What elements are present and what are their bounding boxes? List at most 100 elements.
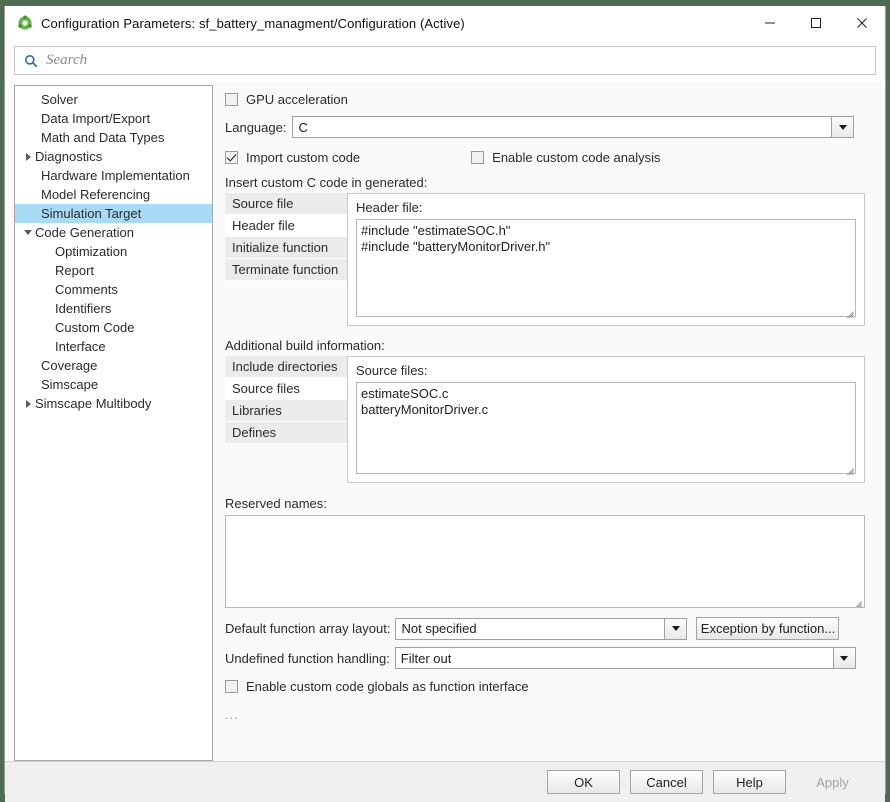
default-function-array-layout-chevron-down-icon[interactable]	[664, 619, 686, 639]
reserved-names-textarea[interactable]	[225, 515, 865, 608]
tree-item-diagnostics[interactable]: Diagnostics	[15, 147, 212, 166]
header-file-label: Header file:	[356, 200, 856, 215]
default-function-array-layout-combo[interactable]: Not specified	[395, 618, 687, 640]
tree-item-interface[interactable]: Interface	[15, 337, 212, 356]
tree-item-label: Data Import/Export	[35, 109, 150, 128]
build-tab-libraries[interactable]: Libraries	[225, 400, 347, 422]
chevron-down-icon[interactable]	[24, 230, 32, 235]
tree-item-coverage[interactable]: Coverage	[15, 356, 212, 375]
undefined-function-handling-label: Undefined function handling:	[225, 651, 390, 666]
insert-tab-source-file[interactable]: Source file	[225, 193, 347, 215]
insert-custom-code-tabgroup: Source fileHeader fileInitialize functio…	[225, 193, 865, 326]
tree-item-simscape-multibody[interactable]: Simscape Multibody	[15, 394, 212, 413]
tree-item-simscape[interactable]: Simscape	[15, 375, 212, 394]
settings-pane: GPU acceleration Language: C Import cust…	[213, 82, 885, 761]
configuration-parameters-window: Configuration Parameters: sf_battery_man…	[4, 6, 886, 794]
tree-item-math-and-data-types[interactable]: Math and Data Types	[15, 128, 212, 147]
insert-tab-header-file[interactable]: Header file	[225, 215, 347, 237]
tree-item-label: Hardware Implementation	[35, 166, 190, 185]
search-box[interactable]	[14, 46, 876, 75]
tree-item-label: Custom Code	[35, 318, 134, 337]
gpu-acceleration-label: GPU acceleration	[246, 92, 348, 107]
tree-item-label: Simscape Multibody	[35, 394, 151, 413]
tree-item-solver[interactable]: Solver	[15, 90, 212, 109]
tree-twisty	[21, 400, 35, 408]
enable-custom-code-analysis-checkbox[interactable]	[471, 151, 484, 164]
build-tab-source-files[interactable]: Source files	[225, 378, 347, 400]
tree-item-data-import-export[interactable]: Data Import/Export	[15, 109, 212, 128]
search-input[interactable]	[40, 51, 875, 70]
tree-item-label: Identifiers	[35, 299, 111, 318]
insert-custom-code-tablist[interactable]: Source fileHeader fileInitialize functio…	[225, 193, 347, 326]
header-file-textarea[interactable]: #include "estimateSOC.h" #include "batte…	[356, 219, 856, 317]
language-chevron-down-icon[interactable]	[831, 117, 853, 137]
tree-twisty	[21, 153, 35, 161]
custom-code-checkbox-row: Import custom code Enable custom code an…	[225, 146, 885, 168]
ok-button[interactable]: OK	[547, 770, 620, 794]
maximize-button[interactable]	[793, 6, 839, 40]
tree-item-label: Solver	[35, 90, 78, 109]
insert-custom-code-panel: Header file: #include "estimateSOC.h" #i…	[347, 193, 865, 326]
chevron-right-icon[interactable]	[26, 400, 31, 408]
default-function-array-layout-label: Default function array layout:	[225, 621, 390, 636]
chevron-right-icon[interactable]	[26, 153, 31, 161]
undefined-function-handling-row: Undefined function handling: Filter out	[225, 647, 885, 669]
more-options-ellipsis[interactable]: ...	[225, 707, 885, 722]
tree-item-label: Optimization	[35, 242, 127, 261]
tree-item-comments[interactable]: Comments	[15, 280, 212, 299]
tree-item-custom-code[interactable]: Custom Code	[15, 318, 212, 337]
tree-item-label: Simulation Target	[35, 204, 141, 223]
import-custom-code-checkbox[interactable]	[225, 151, 238, 164]
source-files-textarea[interactable]: estimateSOC.c batteryMonitorDriver.c	[356, 382, 856, 474]
enable-custom-code-globals-checkbox[interactable]	[225, 680, 238, 693]
tree-item-label: Coverage	[35, 356, 97, 375]
tree-item-label: Simscape	[35, 375, 98, 394]
minimize-button[interactable]	[747, 6, 793, 40]
tree-item-code-generation[interactable]: Code Generation	[15, 223, 212, 242]
tree-item-label: Interface	[35, 337, 106, 356]
tree-item-hardware-implementation[interactable]: Hardware Implementation	[15, 166, 212, 185]
window-title: Configuration Parameters: sf_battery_man…	[41, 16, 465, 31]
enable-custom-code-analysis-label: Enable custom code analysis	[492, 150, 660, 165]
tree-item-label: Math and Data Types	[35, 128, 164, 147]
additional-build-info-tablist[interactable]: Include directoriesSource filesLibraries…	[225, 356, 347, 483]
resize-grip-icon	[852, 594, 862, 604]
undefined-function-handling-combo[interactable]: Filter out	[395, 647, 856, 669]
gpu-acceleration-row[interactable]: GPU acceleration	[225, 88, 885, 110]
insert-tab-initialize-function[interactable]: Initialize function	[225, 237, 347, 259]
additional-build-info-label: Additional build information:	[225, 338, 885, 353]
enable-custom-code-globals-row[interactable]: Enable custom code globals as function i…	[225, 675, 885, 697]
tree-item-label: Diagnostics	[35, 147, 102, 166]
undefined-function-handling-value: Filter out	[396, 651, 833, 666]
close-button[interactable]	[839, 6, 885, 40]
tree-item-simulation-target[interactable]: Simulation Target	[15, 204, 212, 223]
tree-item-label: Code Generation	[35, 223, 134, 242]
help-button[interactable]: Help	[713, 770, 786, 794]
search-icon	[22, 52, 40, 70]
import-custom-code-row[interactable]: Import custom code	[225, 146, 360, 168]
undefined-function-handling-chevron-down-icon[interactable]	[833, 648, 855, 668]
simulink-icon	[17, 15, 33, 31]
insert-tab-terminate-function[interactable]: Terminate function	[225, 259, 347, 281]
tree-item-optimization[interactable]: Optimization	[15, 242, 212, 261]
language-row: Language: C	[225, 116, 885, 138]
tree-item-label: Comments	[35, 280, 118, 299]
tree-item-label: Model Referencing	[35, 185, 150, 204]
tree-item-label: Report	[35, 261, 94, 280]
build-tab-defines[interactable]: Defines	[225, 422, 347, 444]
settings-tree[interactable]: SolverData Import/ExportMath and Data Ty…	[14, 85, 213, 761]
tree-item-report[interactable]: Report	[15, 261, 212, 280]
tree-item-identifiers[interactable]: Identifiers	[15, 299, 212, 318]
exception-by-function-button[interactable]: Exception by function...	[696, 617, 839, 640]
gpu-acceleration-checkbox[interactable]	[225, 93, 238, 106]
tree-item-model-referencing[interactable]: Model Referencing	[15, 185, 212, 204]
language-combo[interactable]: C	[292, 116, 854, 138]
default-function-array-layout-row: Default function array layout: Not speci…	[225, 617, 885, 640]
enable-custom-code-globals-label: Enable custom code globals as function i…	[246, 679, 529, 694]
build-tab-include-directories[interactable]: Include directories	[225, 356, 347, 378]
import-custom-code-label: Import custom code	[246, 150, 360, 165]
default-function-array-layout-value: Not specified	[396, 621, 664, 636]
language-label: Language:	[225, 120, 286, 135]
enable-custom-code-analysis-row[interactable]: Enable custom code analysis	[471, 146, 660, 168]
cancel-button[interactable]: Cancel	[630, 770, 703, 794]
